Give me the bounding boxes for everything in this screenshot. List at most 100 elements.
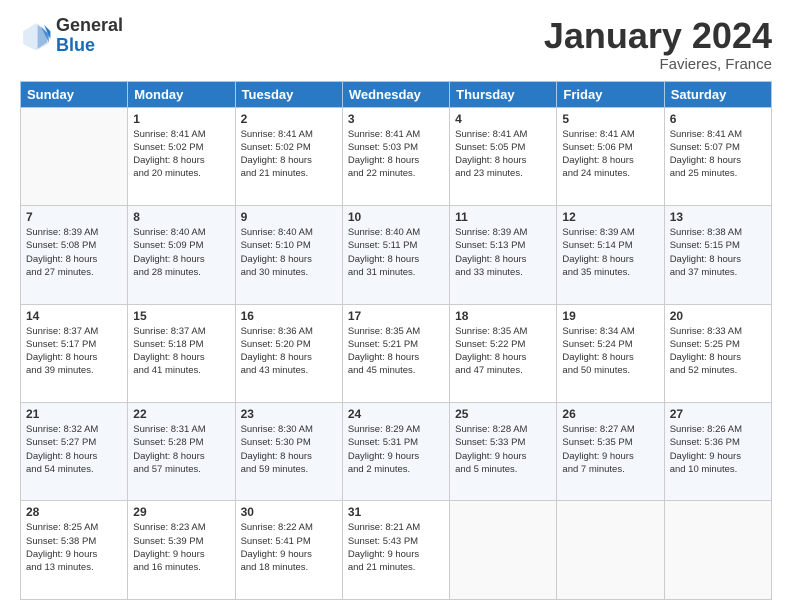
header-sunday: Sunday xyxy=(21,81,128,107)
day-number: 26 xyxy=(562,407,658,421)
day-number: 1 xyxy=(133,112,229,126)
table-row: 10Sunrise: 8:40 AMSunset: 5:11 PMDayligh… xyxy=(342,206,449,304)
calendar-week-row: 1 Sunrise: 8:41 AMSunset: 5:02 PMDaylight… xyxy=(21,107,772,205)
day-number: 21 xyxy=(26,407,122,421)
day-number: 17 xyxy=(348,309,444,323)
table-row: 15 Sunrise: 8:37 AMSunset: 5:18 PMDayligh… xyxy=(128,304,235,402)
table-row: 20 Sunrise: 8:33 AMSunset: 5:25 PMDayligh… xyxy=(664,304,771,402)
header-friday: Friday xyxy=(557,81,664,107)
day-number: 23 xyxy=(241,407,337,421)
page: General Blue January 2024 Favieres, Fran… xyxy=(0,0,792,612)
day-number: 7 xyxy=(26,210,122,224)
table-row: 14 Sunrise: 8:37 AMSunset: 5:17 PMDayligh… xyxy=(21,304,128,402)
day-number: 2 xyxy=(241,112,337,126)
table-row: 29 Sunrise: 8:23 AMSunset: 5:39 PMDayligh… xyxy=(128,501,235,600)
table-row xyxy=(21,107,128,205)
day-number: 5 xyxy=(562,112,658,126)
month-title: January 2024 xyxy=(544,16,772,56)
header-tuesday: Tuesday xyxy=(235,81,342,107)
calendar-week-row: 7Sunrise: 8:39 AMSunset: 5:08 PMDaylight… xyxy=(21,206,772,304)
table-row: 5 Sunrise: 8:41 AMSunset: 5:06 PMDaylight… xyxy=(557,107,664,205)
day-info: Sunrise: 8:21 AMSunset: 5:43 PMDaylight:… xyxy=(348,521,444,574)
day-number: 19 xyxy=(562,309,658,323)
table-row: 27 Sunrise: 8:26 AMSunset: 5:36 PMDayligh… xyxy=(664,403,771,501)
day-info: Sunrise: 8:41 AMSunset: 5:02 PMDaylight:… xyxy=(241,128,337,181)
day-number: 3 xyxy=(348,112,444,126)
table-row: 21Sunrise: 8:32 AMSunset: 5:27 PMDayligh… xyxy=(21,403,128,501)
table-row: 30 Sunrise: 8:22 AMSunset: 5:41 PMDayligh… xyxy=(235,501,342,600)
table-row: 18 Sunrise: 8:35 AMSunset: 5:22 PMDayligh… xyxy=(450,304,557,402)
day-number: 18 xyxy=(455,309,551,323)
day-info: Sunrise: 8:30 AMSunset: 5:30 PMDaylight:… xyxy=(241,423,337,476)
day-info: Sunrise: 8:39 AMSunset: 5:14 PMDaylight:… xyxy=(562,226,658,279)
day-number: 8 xyxy=(133,210,229,224)
day-info: Sunrise: 8:27 AMSunset: 5:35 PMDaylight:… xyxy=(562,423,658,476)
weekday-header-row: Sunday Monday Tuesday Wednesday Thursday… xyxy=(21,81,772,107)
day-info: Sunrise: 8:38 AMSunset: 5:15 PMDaylight:… xyxy=(670,226,766,279)
day-number: 30 xyxy=(241,505,337,519)
day-info: Sunrise: 8:40 AMSunset: 5:09 PMDaylight:… xyxy=(133,226,229,279)
day-info: Sunrise: 8:41 AMSunset: 5:06 PMDaylight:… xyxy=(562,128,658,181)
day-number: 12 xyxy=(562,210,658,224)
day-number: 4 xyxy=(455,112,551,126)
day-info: Sunrise: 8:35 AMSunset: 5:22 PMDaylight:… xyxy=(455,325,551,378)
logo-general: General xyxy=(56,15,123,35)
day-info: Sunrise: 8:39 AMSunset: 5:13 PMDaylight:… xyxy=(455,226,551,279)
day-number: 27 xyxy=(670,407,766,421)
table-row: 22Sunrise: 8:31 AMSunset: 5:28 PMDayligh… xyxy=(128,403,235,501)
day-info: Sunrise: 8:26 AMSunset: 5:36 PMDaylight:… xyxy=(670,423,766,476)
day-number: 6 xyxy=(670,112,766,126)
table-row: 19 Sunrise: 8:34 AMSunset: 5:24 PMDayligh… xyxy=(557,304,664,402)
day-info: Sunrise: 8:29 AMSunset: 5:31 PMDaylight:… xyxy=(348,423,444,476)
table-row: 25Sunrise: 8:28 AMSunset: 5:33 PMDayligh… xyxy=(450,403,557,501)
day-info: Sunrise: 8:41 AMSunset: 5:07 PMDaylight:… xyxy=(670,128,766,181)
table-row: 9Sunrise: 8:40 AMSunset: 5:10 PMDaylight… xyxy=(235,206,342,304)
day-number: 29 xyxy=(133,505,229,519)
table-row: 3Sunrise: 8:41 AMSunset: 5:03 PMDaylight… xyxy=(342,107,449,205)
day-number: 13 xyxy=(670,210,766,224)
day-number: 24 xyxy=(348,407,444,421)
day-info: Sunrise: 8:35 AMSunset: 5:21 PMDaylight:… xyxy=(348,325,444,378)
day-number: 16 xyxy=(241,309,337,323)
table-row: 16 Sunrise: 8:36 AMSunset: 5:20 PMDayligh… xyxy=(235,304,342,402)
header-wednesday: Wednesday xyxy=(342,81,449,107)
day-info: Sunrise: 8:41 AMSunset: 5:05 PMDaylight:… xyxy=(455,128,551,181)
table-row: 26 Sunrise: 8:27 AMSunset: 5:35 PMDayligh… xyxy=(557,403,664,501)
table-row: 1 Sunrise: 8:41 AMSunset: 5:02 PMDaylight… xyxy=(128,107,235,205)
table-row xyxy=(450,501,557,600)
day-info: Sunrise: 8:22 AMSunset: 5:41 PMDaylight:… xyxy=(241,521,337,574)
day-info: Sunrise: 8:34 AMSunset: 5:24 PMDaylight:… xyxy=(562,325,658,378)
table-row xyxy=(557,501,664,600)
title-block: January 2024 Favieres, France xyxy=(544,16,772,73)
day-info: Sunrise: 8:36 AMSunset: 5:20 PMDaylight:… xyxy=(241,325,337,378)
day-info: Sunrise: 8:41 AMSunset: 5:02 PMDaylight:… xyxy=(133,128,229,181)
table-row: 13 Sunrise: 8:38 AMSunset: 5:15 PMDayligh… xyxy=(664,206,771,304)
table-row: 11 Sunrise: 8:39 AMSunset: 5:13 PMDayligh… xyxy=(450,206,557,304)
table-row: 4 Sunrise: 8:41 AMSunset: 5:05 PMDaylight… xyxy=(450,107,557,205)
day-number: 14 xyxy=(26,309,122,323)
day-number: 28 xyxy=(26,505,122,519)
day-number: 15 xyxy=(133,309,229,323)
day-info: Sunrise: 8:23 AMSunset: 5:39 PMDaylight:… xyxy=(133,521,229,574)
table-row xyxy=(664,501,771,600)
day-number: 22 xyxy=(133,407,229,421)
day-info: Sunrise: 8:33 AMSunset: 5:25 PMDaylight:… xyxy=(670,325,766,378)
table-row: 31 Sunrise: 8:21 AMSunset: 5:43 PMDayligh… xyxy=(342,501,449,600)
day-info: Sunrise: 8:40 AMSunset: 5:11 PMDaylight:… xyxy=(348,226,444,279)
table-row: 2 Sunrise: 8:41 AMSunset: 5:02 PMDaylight… xyxy=(235,107,342,205)
day-info: Sunrise: 8:37 AMSunset: 5:18 PMDaylight:… xyxy=(133,325,229,378)
header-monday: Monday xyxy=(128,81,235,107)
table-row: 24 Sunrise: 8:29 AMSunset: 5:31 PMDayligh… xyxy=(342,403,449,501)
day-number: 31 xyxy=(348,505,444,519)
calendar-week-row: 21Sunrise: 8:32 AMSunset: 5:27 PMDayligh… xyxy=(21,403,772,501)
logo: General Blue xyxy=(20,16,123,56)
table-row: 12 Sunrise: 8:39 AMSunset: 5:14 PMDayligh… xyxy=(557,206,664,304)
table-row: 8 Sunrise: 8:40 AMSunset: 5:09 PMDaylight… xyxy=(128,206,235,304)
day-info: Sunrise: 8:25 AMSunset: 5:38 PMDaylight:… xyxy=(26,521,122,574)
table-row: 17 Sunrise: 8:35 AMSunset: 5:21 PMDayligh… xyxy=(342,304,449,402)
day-number: 11 xyxy=(455,210,551,224)
table-row: 7Sunrise: 8:39 AMSunset: 5:08 PMDaylight… xyxy=(21,206,128,304)
day-info: Sunrise: 8:37 AMSunset: 5:17 PMDaylight:… xyxy=(26,325,122,378)
header: General Blue January 2024 Favieres, Fran… xyxy=(20,16,772,73)
day-number: 20 xyxy=(670,309,766,323)
